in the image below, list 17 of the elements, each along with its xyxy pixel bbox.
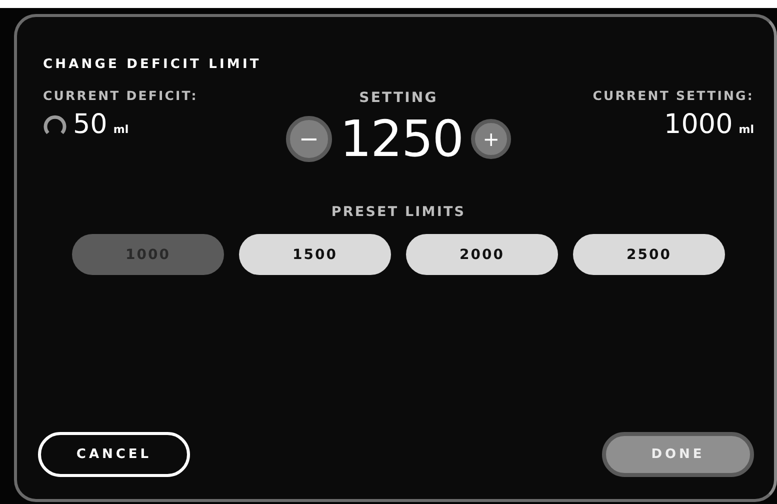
decrease-button[interactable]: − <box>286 116 332 162</box>
current-setting-label: CURRENT SETTING: <box>592 88 754 103</box>
preset-limits-label: PRESET LIMITS <box>331 204 466 220</box>
cancel-button[interactable]: CANCEL <box>38 432 190 477</box>
progress-ring-icon <box>43 112 67 136</box>
dialog-title: CHANGE DEFICIT LIMIT <box>43 57 262 72</box>
preset-button[interactable]: 1500 <box>239 234 391 275</box>
current-setting-value: 1000 <box>664 109 733 140</box>
current-deficit-label: CURRENT DEFICIT: <box>43 88 198 103</box>
current-deficit-value: 50 <box>73 109 108 140</box>
unit-label: ml <box>738 123 754 136</box>
preset-button[interactable]: 2500 <box>573 234 725 275</box>
setting-value: 1250 <box>340 110 464 168</box>
increase-button[interactable]: + <box>471 119 512 159</box>
setting-label: SETTING <box>359 90 438 106</box>
unit-label: ml <box>113 123 129 136</box>
preset-button[interactable]: 2000 <box>406 234 558 275</box>
